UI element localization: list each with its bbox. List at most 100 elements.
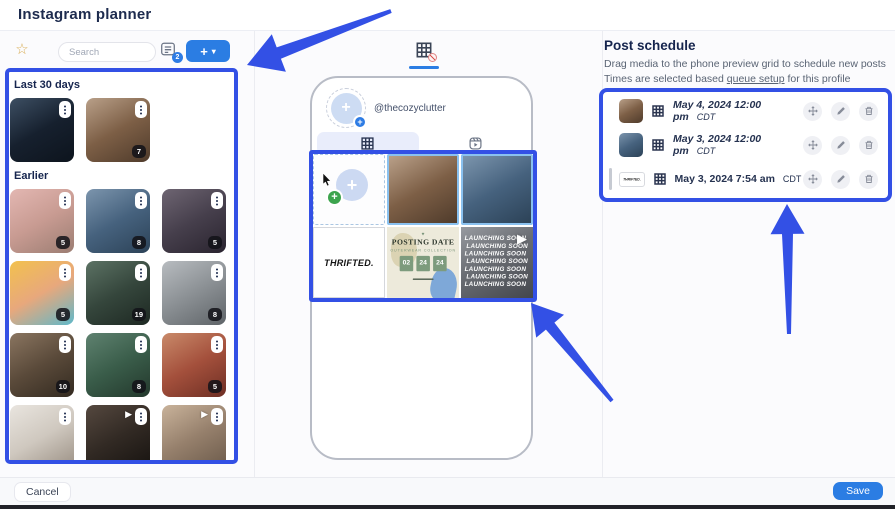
- search-input[interactable]: [58, 42, 156, 62]
- delete-post-button[interactable]: [859, 170, 878, 189]
- launching-soon-line: LAUNCHING SOON: [461, 273, 533, 281]
- media-thumbnail-storm-harbor[interactable]: [10, 98, 74, 162]
- media-thumbnail-open-sign-storefront[interactable]: 8: [86, 333, 150, 397]
- post-schedule-title: Post schedule: [604, 38, 696, 53]
- kebab-menu-icon[interactable]: [211, 336, 223, 353]
- alert-badge-icon: [428, 53, 437, 62]
- profile-handle: @thecozyclutter: [374, 103, 446, 114]
- tab-grid[interactable]: [317, 132, 419, 155]
- kebab-menu-icon[interactable]: [59, 192, 71, 209]
- media-thumbnail-grey-sweaters[interactable]: 8: [162, 261, 226, 325]
- grid-drop-target[interactable]: ++: [313, 154, 385, 225]
- grid-preview-tab[interactable]: [414, 40, 434, 60]
- queue-setup-link[interactable]: queue setup: [727, 73, 785, 85]
- launching-soon-line: LAUNCHING SOON: [461, 257, 533, 265]
- media-thumbnail-old-tvs[interactable]: 10: [10, 333, 74, 397]
- schedule-thumb-label: THRIFTED.: [623, 177, 641, 181]
- kebab-menu-icon[interactable]: [211, 192, 223, 209]
- profile-avatar[interactable]: + +: [326, 88, 366, 128]
- media-thumbnail-dark-clothes-rack[interactable]: 5: [162, 189, 226, 253]
- grid-cell-jeans-rack[interactable]: [461, 154, 533, 225]
- edit-post-button[interactable]: [831, 170, 850, 189]
- kebab-menu-icon[interactable]: [135, 408, 147, 425]
- tab-reels[interactable]: [425, 132, 527, 155]
- grid-cell-posting-date[interactable]: ♥POSTING DATEOUTERWEAR COLLECTION022424: [387, 227, 459, 298]
- media-thumbnail-jeans-rack[interactable]: 8: [86, 189, 150, 253]
- posting-card-content: ♥POSTING DATEOUTERWEAR COLLECTION022424: [387, 227, 459, 298]
- play-icon: ▶: [125, 409, 132, 420]
- media-thumbnail-tv-plant[interactable]: 19: [86, 261, 150, 325]
- grid-cell-clothing-rack[interactable]: [387, 154, 459, 225]
- schedule-date: May 3, 2024 12:00 pmCDT: [673, 133, 803, 157]
- kebab-menu-icon[interactable]: [211, 408, 223, 425]
- schedule-date-text: May 4, 2024 12:00 pm: [673, 99, 761, 123]
- plus-icon: +: [347, 175, 358, 196]
- move-post-button[interactable]: [803, 170, 822, 189]
- kebab-menu-icon[interactable]: [59, 336, 71, 353]
- move-icon: [808, 106, 818, 116]
- grid-icon: [652, 105, 664, 117]
- schedule-date-text: May 3, 2024 7:54 am: [675, 173, 775, 185]
- kebab-menu-icon[interactable]: [59, 264, 71, 281]
- kebab-menu-icon[interactable]: [135, 101, 147, 118]
- launching-soon-line: LAUNCHING SOON: [461, 280, 532, 288]
- media-library-panel: Last 30 days7Earlier58551981085▶▶: [9, 72, 234, 460]
- media-count-badge: 5: [56, 236, 70, 249]
- posting-card-title: POSTING DATE: [387, 238, 459, 247]
- chevron-down-icon: ▾: [212, 47, 216, 56]
- media-count-badge: 10: [56, 380, 70, 393]
- post-schedule-description: Drag media to the phone preview grid to …: [604, 57, 892, 87]
- grid-cell-launching-soon[interactable]: LAUNCHING SOONLAUNCHING SOONLAUNCHING SO…: [461, 227, 533, 298]
- kebab-menu-icon[interactable]: [135, 336, 147, 353]
- schedule-row: May 3, 2024 12:00 pmCDT: [609, 128, 882, 162]
- media-thumbnail-pastel-rack[interactable]: 5: [10, 261, 74, 325]
- schedule-row-actions: [803, 102, 878, 121]
- delete-post-button[interactable]: [859, 102, 878, 121]
- date-tile: 24: [416, 256, 430, 271]
- media-thumbnail-pink-bedroom[interactable]: 5: [10, 189, 74, 253]
- save-button[interactable]: Save: [833, 482, 883, 500]
- kebab-dots: [216, 200, 218, 202]
- add-media-button[interactable]: + ▾: [186, 40, 230, 62]
- kebab-menu-icon[interactable]: [135, 192, 147, 209]
- description-line1: Drag media to the phone preview grid to …: [604, 58, 886, 70]
- kebab-menu-icon[interactable]: [59, 408, 71, 425]
- mouse-cursor-icon: [322, 173, 333, 192]
- media-thumbnail-clothing-rack[interactable]: 7: [86, 98, 150, 162]
- schedule-date: May 4, 2024 12:00 pmCDT: [673, 99, 803, 123]
- edit-post-button[interactable]: [831, 102, 850, 121]
- media-thumbnail-white-shirt-rack[interactable]: [10, 405, 74, 460]
- media-count-badge: 8: [132, 236, 146, 249]
- library-grid: 58551981085▶▶: [10, 189, 234, 460]
- move-post-button[interactable]: [803, 136, 822, 155]
- schedule-row-actions: [803, 170, 878, 189]
- trash-icon: [864, 106, 874, 116]
- move-post-button[interactable]: [803, 102, 822, 121]
- kebab-dots: [216, 344, 218, 346]
- heart-icon: ♥: [387, 232, 459, 237]
- media-thumbnail-floral-rack[interactable]: 5: [162, 333, 226, 397]
- kebab-menu-icon[interactable]: [211, 264, 223, 281]
- library-grid: 7: [10, 98, 234, 162]
- grid-cell-thrifted[interactable]: THRIFTED.: [313, 227, 385, 298]
- media-thumbnail-shop-video[interactable]: ▶: [162, 405, 226, 460]
- favorites-star-icon[interactable]: ☆: [12, 40, 32, 60]
- queue-icon[interactable]: 2: [160, 41, 180, 61]
- delete-post-button[interactable]: [859, 136, 878, 155]
- modal-header: Instagram planner: [0, 0, 895, 31]
- kebab-menu-icon[interactable]: [59, 101, 71, 118]
- library-section-label: Earlier: [14, 170, 234, 182]
- posting-card-dates: 022424: [387, 256, 459, 271]
- kebab-menu-icon[interactable]: [135, 264, 147, 281]
- grid-icon: [361, 137, 374, 150]
- library-section-label: Last 30 days: [14, 79, 234, 91]
- edit-pencil-icon: [836, 174, 846, 184]
- media-thumbnail-workshop-video[interactable]: ▶: [86, 405, 150, 460]
- modal-footer: Cancel Save: [0, 477, 895, 505]
- kebab-dots: [64, 272, 66, 274]
- edit-post-button[interactable]: [831, 136, 850, 155]
- schedule-list: May 4, 2024 12:00 pmCDTMay 3, 2024 12:00…: [603, 92, 888, 198]
- panel-divider-left: [254, 31, 255, 477]
- cancel-button[interactable]: Cancel: [14, 482, 71, 502]
- schedule-timezone: CDT: [697, 146, 716, 156]
